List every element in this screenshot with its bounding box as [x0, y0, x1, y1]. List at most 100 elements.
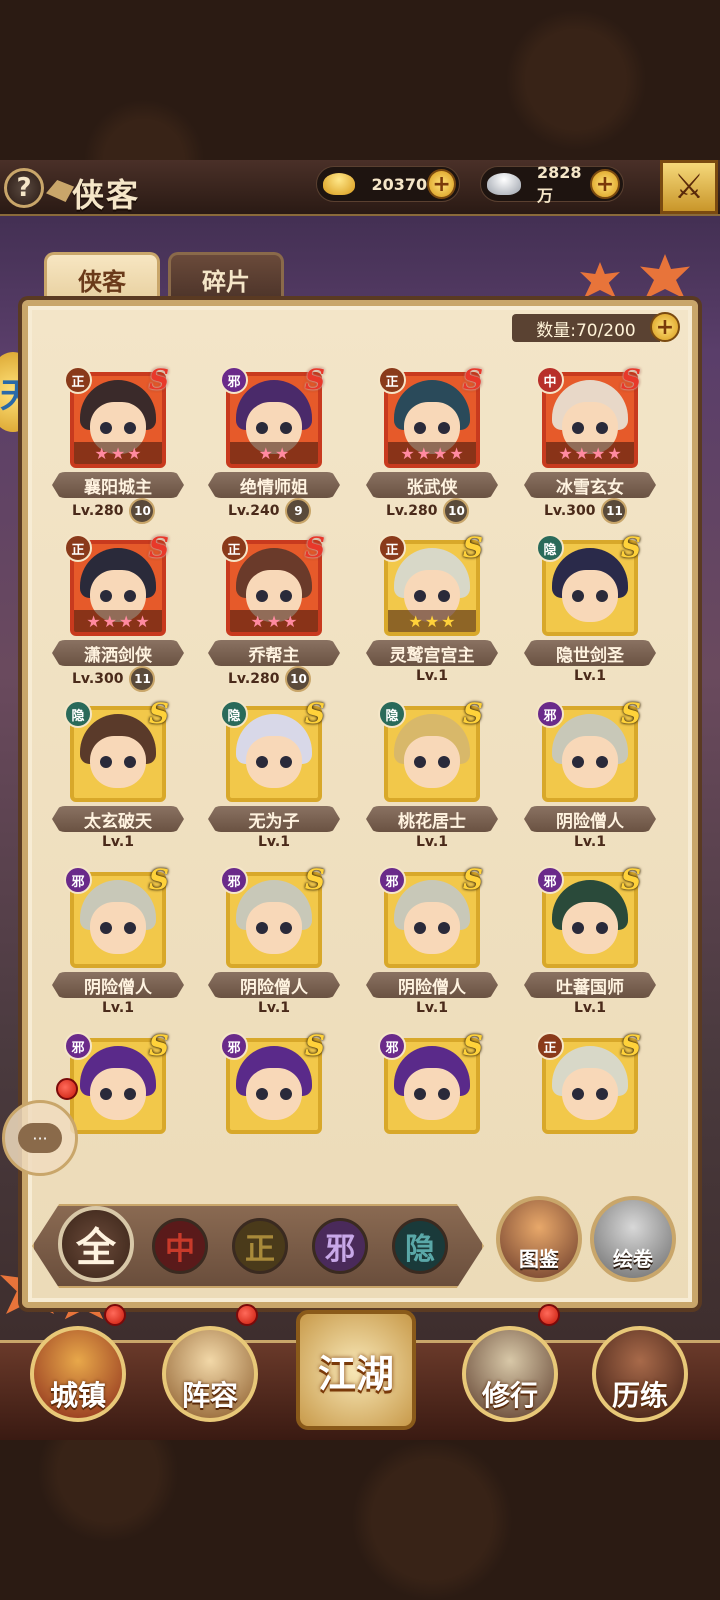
- faction-badge: 正: [378, 534, 406, 562]
- filter-all[interactable]: 全: [58, 1206, 134, 1282]
- hero-level: Lv.1: [574, 1000, 606, 1016]
- hero-level: Lv.280: [72, 503, 124, 519]
- rank-badge: S: [462, 1028, 484, 1062]
- add-silver-button[interactable]: +: [590, 169, 620, 199]
- hero-face: [404, 1068, 460, 1120]
- nav-train[interactable]: 修行: [462, 1326, 558, 1422]
- hero-level: Lv.280: [386, 503, 438, 519]
- hero-name: 隐世剑圣: [524, 640, 656, 666]
- hero-eye: [280, 422, 292, 434]
- close-button[interactable]: ⚔: [660, 160, 718, 214]
- hero-eye: [124, 922, 136, 934]
- nav-town[interactable]: 城镇: [30, 1326, 126, 1422]
- hero-count: 数量:70/200: [512, 314, 660, 342]
- hero-eye: [596, 590, 608, 602]
- faction-badge: 正: [378, 366, 406, 394]
- faction-badge: 邪: [378, 1032, 406, 1060]
- tab-heroes[interactable]: 侠客: [44, 252, 160, 304]
- hero-eye: [124, 1088, 136, 1100]
- notification-dot: [56, 1078, 78, 1100]
- star-icon: ★: [574, 443, 589, 463]
- hero-face: [246, 736, 302, 788]
- rank-badge: S: [148, 696, 170, 730]
- star-icon: ★: [591, 443, 606, 463]
- star-rating: ★ ★: [230, 442, 318, 464]
- scroll-label: 绘卷: [613, 1247, 653, 1271]
- codex-button[interactable]: 图鉴: [496, 1196, 582, 1282]
- awaken-badge: 11: [601, 498, 628, 524]
- gold-value: 20370: [371, 174, 428, 194]
- hero-eye: [414, 922, 426, 934]
- filter-righteous[interactable]: 正: [232, 1218, 288, 1274]
- hero-eye: [124, 422, 136, 434]
- tab-fragments[interactable]: 碎片: [168, 252, 284, 304]
- awaken-badge: 11: [129, 666, 156, 692]
- hero-card[interactable]: 隐 S 太玄破天 Lv.1: [44, 696, 184, 856]
- codex-label: 图鉴: [519, 1247, 559, 1271]
- hero-card[interactable]: 正S: [516, 1028, 656, 1150]
- nav-train-label: 修行: [481, 1379, 538, 1412]
- hero-face: [562, 902, 618, 954]
- hero-card[interactable]: 邪S: [200, 1028, 340, 1150]
- expand-capacity-button[interactable]: +: [650, 312, 680, 342]
- filter-hidden[interactable]: 隐: [392, 1218, 448, 1274]
- hero-card[interactable]: 正 S ★ ★ ★ 襄阳城主 Lv.280 10: [44, 362, 184, 524]
- help-button[interactable]: ?: [4, 168, 44, 208]
- nav-team[interactable]: 阵容: [162, 1326, 258, 1422]
- hero-card[interactable]: 邪 S ★ ★ 绝情师姐 Lv.240 9: [200, 362, 340, 524]
- hero-card[interactable]: 邪 S 阴险僧人 Lv.1: [516, 696, 656, 856]
- hero-card[interactable]: 隐 S 无为子 Lv.1: [200, 696, 340, 856]
- rank-badge: S: [462, 530, 484, 564]
- hero-level: Lv.1: [416, 668, 448, 684]
- rank-badge: S: [462, 696, 484, 730]
- hero-card[interactable]: 正 S ★ ★ ★ ★ 潇洒剑侠 Lv.300 11: [44, 530, 184, 692]
- hero-card[interactable]: 邪 S 吐蕃国师 Lv.1: [516, 862, 656, 1022]
- faction-badge: 正: [220, 534, 248, 562]
- rank-badge: S: [620, 530, 642, 564]
- hero-name: 乔帮主: [208, 640, 340, 666]
- hero-card[interactable]: 正 S ★ ★ ★ ★ 张武侠 Lv.280 10: [358, 362, 498, 524]
- faction-badge: 正: [536, 1032, 564, 1060]
- nav-jianghu[interactable]: 江湖: [296, 1310, 416, 1430]
- hero-eye: [256, 422, 268, 434]
- hero-eye: [572, 1088, 584, 1100]
- filter-evil[interactable]: 邪: [312, 1218, 368, 1274]
- notification-dot: [538, 1304, 560, 1326]
- hero-eye: [438, 756, 450, 768]
- nav-experience[interactable]: 历练: [592, 1326, 688, 1422]
- hero-card[interactable]: 邪 S 阴险僧人 Lv.1: [200, 862, 340, 1022]
- hero-card[interactable]: 隐 S 隐世剑圣 Lv.1: [516, 530, 656, 690]
- notification-dot: [236, 1304, 258, 1326]
- faction-badge: 邪: [220, 366, 248, 394]
- scroll-button[interactable]: 绘卷: [590, 1196, 676, 1282]
- hero-card[interactable]: 邪 S 阴险僧人 Lv.1: [358, 862, 498, 1022]
- silver-counter: 2828万 +: [480, 163, 624, 205]
- hero-eye: [124, 756, 136, 768]
- filter-neutral[interactable]: 中: [152, 1218, 208, 1274]
- hero-eye: [596, 756, 608, 768]
- faction-badge: 隐: [536, 534, 564, 562]
- hero-name: 张武侠: [366, 472, 498, 498]
- hero-eye: [280, 756, 292, 768]
- faction-badge: 正: [64, 366, 92, 394]
- hero-card[interactable]: 正 S ★ ★ ★ 灵鹫宫宫主 Lv.1: [358, 530, 498, 690]
- rank-badge: S: [304, 696, 326, 730]
- hero-eye: [414, 1088, 426, 1100]
- star-icon: ★: [275, 443, 290, 463]
- hero-eye: [100, 422, 112, 434]
- rank-badge: S: [462, 862, 484, 896]
- hero-level: Lv.1: [102, 834, 134, 850]
- hero-name: 阴险僧人: [208, 972, 340, 998]
- faction-badge: 隐: [220, 700, 248, 728]
- hero-name: 阴险僧人: [524, 806, 656, 832]
- hero-card[interactable]: 隐 S 桃花居士 Lv.1: [358, 696, 498, 856]
- hero-level: Lv.1: [416, 834, 448, 850]
- hero-card[interactable]: 正 S ★ ★ ★ 乔帮主 Lv.280 10: [200, 530, 340, 692]
- hero-eye: [414, 756, 426, 768]
- hero-name: 阴险僧人: [366, 972, 498, 998]
- hero-card[interactable]: 邪 S 阴险僧人 Lv.1: [44, 862, 184, 1022]
- hero-card[interactable]: 邪S: [358, 1028, 498, 1150]
- add-gold-button[interactable]: +: [427, 169, 456, 199]
- hero-card[interactable]: 中 S ★ ★ ★ ★ 冰雪玄女 Lv.300 11: [516, 362, 656, 524]
- chat-button[interactable]: ···: [2, 1100, 78, 1176]
